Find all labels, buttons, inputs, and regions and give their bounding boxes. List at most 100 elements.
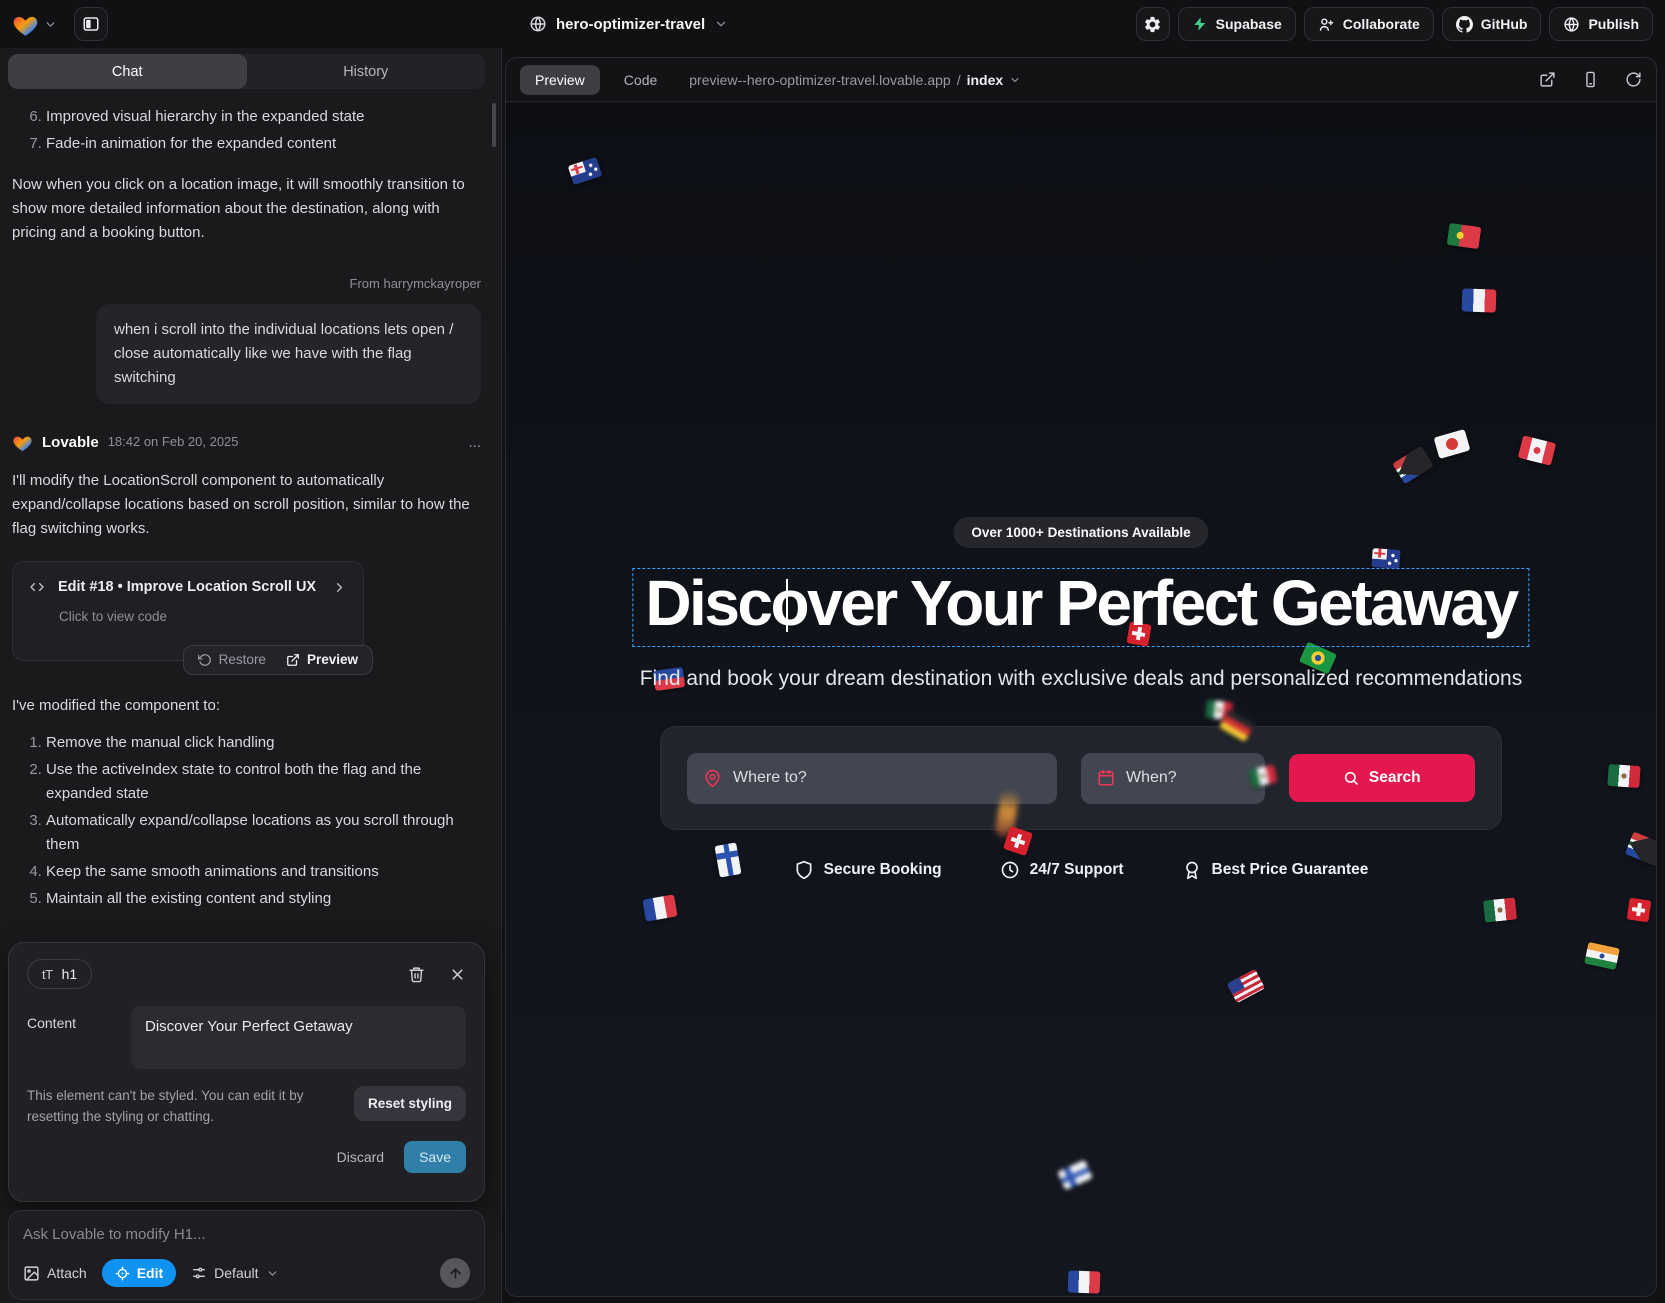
list-item: Maintain all the existing content and st…: [46, 887, 481, 911]
flag-finland-icon: [1057, 1160, 1093, 1190]
preview-url[interactable]: preview--hero-optimizer-travel.lovable.a…: [689, 72, 1021, 88]
text-caret: [786, 579, 788, 632]
list-item: Remove the manual click handling: [46, 731, 481, 755]
tab-history[interactable]: History: [247, 54, 486, 89]
element-tag: h1: [62, 966, 78, 982]
supabase-button[interactable]: Supabase: [1178, 7, 1296, 41]
logo-chevron-down-icon[interactable]: [44, 18, 57, 31]
edit-label: Edit: [137, 1265, 163, 1281]
sidebar-toggle-button[interactable]: [74, 7, 108, 41]
project-name: hero-optimizer-travel: [556, 16, 705, 33]
tab-chat[interactable]: Chat: [8, 54, 247, 89]
feature-label: Secure Booking: [824, 861, 942, 879]
chevron-down-icon: [1009, 74, 1021, 86]
chat-scrollbar-thumb[interactable]: [492, 103, 496, 147]
tab-code[interactable]: Code: [616, 65, 665, 95]
chat-input-box[interactable]: Ask Lovable to modify H1... Attach Edit …: [8, 1210, 485, 1300]
flag-usa-icon: [1227, 969, 1266, 1003]
chat-history-tabs: Chat History: [8, 54, 485, 89]
send-button[interactable]: [440, 1258, 470, 1288]
search-icon: [1343, 770, 1359, 786]
project-chevron-down-icon: [714, 17, 728, 31]
list-item: Keep the same smooth animations and tran…: [46, 860, 481, 884]
publish-label: Publish: [1588, 16, 1639, 32]
publish-button[interactable]: Publish: [1549, 7, 1653, 41]
assistant-paragraph: I've modified the component to:: [12, 694, 481, 718]
award-icon: [1182, 860, 1202, 880]
restore-label: Restore: [219, 649, 266, 671]
type-icon: tT: [42, 967, 53, 982]
when-input[interactable]: When?: [1081, 753, 1265, 804]
project-switcher[interactable]: hero-optimizer-travel: [529, 0, 728, 48]
list-item: Fade-in animation for the expanded conte…: [46, 132, 481, 156]
destinations-badge: Over 1000+ Destinations Available: [953, 517, 1208, 548]
flag-mexico-icon: [1483, 897, 1517, 922]
hero-subtitle[interactable]: Find and book your dream destination wit…: [506, 667, 1656, 691]
mode-selector[interactable]: Default: [191, 1265, 278, 1281]
shield-icon: [794, 860, 814, 880]
edit-card-subtitle: Click to view code: [59, 606, 347, 628]
supabase-label: Supabase: [1216, 16, 1282, 32]
user-message-bubble: when i scroll into the individual locati…: [96, 304, 481, 404]
flag-france-icon: [1068, 1270, 1101, 1293]
mode-label: Default: [214, 1265, 258, 1281]
feature-support: 24/7 Support: [1000, 860, 1124, 880]
attach-button[interactable]: Attach: [23, 1265, 87, 1282]
save-button[interactable]: Save: [404, 1141, 466, 1173]
map-pin-icon: [703, 769, 722, 788]
flag-india-icon: [1584, 942, 1620, 970]
arrow-up-icon: [448, 1266, 463, 1281]
restore-icon: [198, 653, 212, 667]
refresh-icon[interactable]: [1625, 71, 1642, 88]
project-globe-icon: [529, 15, 547, 33]
feature-best-price: Best Price Guarantee: [1182, 860, 1369, 880]
restore-button[interactable]: Restore: [188, 646, 276, 674]
collaborate-button[interactable]: Collaborate: [1304, 7, 1434, 41]
assistant-message-header: Lovable 18:42 on Feb 20, 2025 ...: [12, 431, 481, 455]
reset-styling-button[interactable]: Reset styling: [354, 1086, 466, 1121]
list-item: Use the activeIndex state to control bot…: [46, 758, 481, 806]
collaborate-label: Collaborate: [1343, 16, 1420, 32]
content-textarea[interactable]: Discover Your Perfect Getaway: [131, 1006, 466, 1069]
app-topbar: hero-optimizer-travel Supabase Collabora…: [0, 0, 1665, 48]
h1-selection-outline[interactable]: Discover Your Perfect Getaway: [632, 568, 1529, 647]
code-icon: [29, 579, 45, 595]
styling-note: This element can't be styled. You can ed…: [27, 1086, 332, 1128]
list-item: Automatically expand/collapse locations …: [46, 809, 481, 857]
publish-globe-icon: [1563, 16, 1580, 33]
collaborate-users-icon: [1318, 16, 1335, 33]
element-editor-panel: tT h1 Content Discover Your Perfect Geta…: [8, 942, 485, 1202]
flag-australia-icon: [568, 157, 603, 185]
chat-input-placeholder: Ask Lovable to modify H1...: [23, 1226, 470, 1243]
trash-icon[interactable]: [408, 966, 425, 983]
search-button[interactable]: Search: [1289, 754, 1475, 802]
edit-mode-pill[interactable]: Edit: [102, 1259, 176, 1287]
tab-preview[interactable]: Preview: [520, 65, 600, 95]
edit-card-wrapper: Edit #18 • Improve Location Scroll UX Cl…: [12, 561, 364, 661]
supabase-bolt-icon: [1192, 16, 1208, 32]
discard-button[interactable]: Discard: [337, 1149, 384, 1165]
mobile-view-icon[interactable]: [1582, 71, 1599, 88]
list-item: Improved visual hierarchy in the expande…: [46, 105, 481, 129]
search-card: Where to? When? Search: [660, 726, 1502, 830]
feature-label: Best Price Guarantee: [1212, 861, 1369, 879]
close-icon[interactable]: [449, 966, 466, 983]
attach-label: Attach: [47, 1265, 87, 1281]
settings-button[interactable]: [1136, 7, 1170, 41]
flag-france-icon: [642, 894, 677, 921]
hero-title[interactable]: Discover Your Perfect Getaway: [645, 569, 1516, 638]
assistant-paragraph: I'll modify the LocationScroll component…: [12, 469, 481, 541]
open-in-new-tab-icon[interactable]: [1539, 71, 1556, 88]
preview-page: Over 1000+ Destinations Available Discov…: [506, 103, 1656, 1296]
flag-portugal-icon: [1447, 223, 1482, 249]
preview-button[interactable]: Preview: [276, 646, 368, 674]
user-attribution: From harrymckayroper: [12, 274, 481, 295]
sliders-icon: [191, 1265, 207, 1281]
github-button[interactable]: GitHub: [1442, 7, 1542, 41]
feature-label: 24/7 Support: [1030, 861, 1124, 879]
message-more-button[interactable]: ...: [468, 431, 481, 455]
github-icon: [1456, 16, 1473, 33]
target-icon: [115, 1266, 130, 1281]
lovable-logo-heart-icon[interactable]: [12, 12, 39, 37]
url-page: index: [967, 72, 1004, 88]
